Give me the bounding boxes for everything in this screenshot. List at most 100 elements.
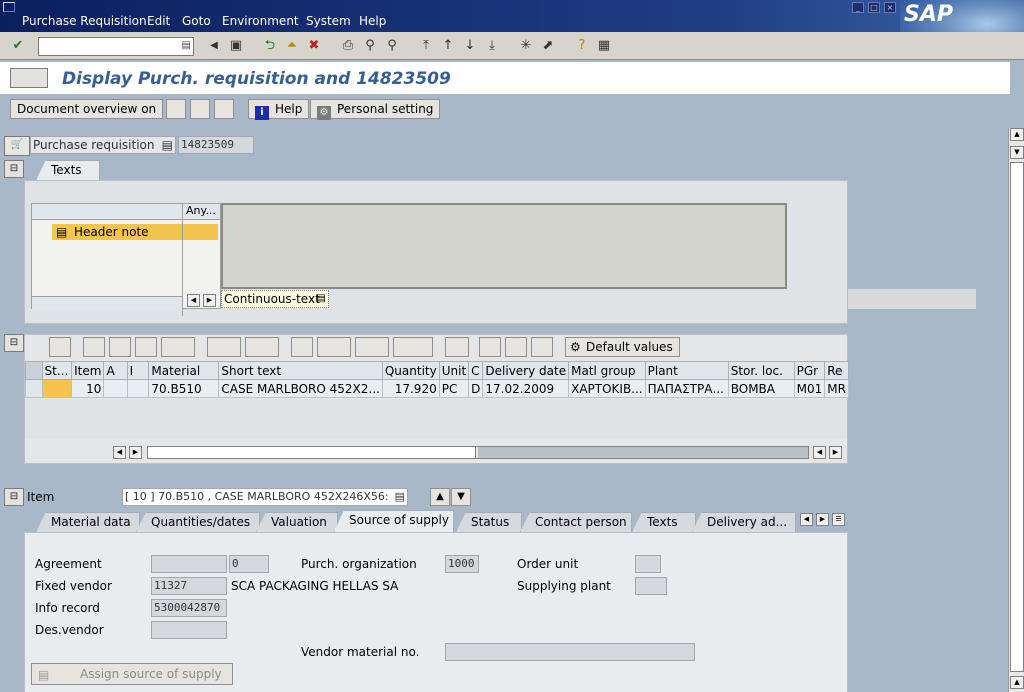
sort-ascending-icon[interactable]	[83, 337, 105, 357]
tabs-scroll-left-icon[interactable]: ◀	[800, 513, 813, 526]
page-scroll-up2-icon[interactable]: ▼	[1010, 146, 1024, 159]
pr-type-dropdown-icon[interactable]: ▤	[162, 137, 173, 153]
back-icon[interactable]: ⮌	[262, 38, 278, 54]
page-scroll-down-icon[interactable]: ▲	[1010, 676, 1024, 689]
col-stor-loc[interactable]: Stor. loc.	[727, 361, 795, 380]
create-shortcut-icon[interactable]: ⬈	[540, 38, 556, 54]
text-mode-field[interactable]: Continuous-text ▤	[221, 290, 329, 308]
header-note-item[interactable]: ▤ Header note	[52, 224, 182, 240]
col-i[interactable]: I	[126, 361, 150, 380]
subtotal-icon[interactable]	[245, 337, 279, 357]
col-short-text[interactable]: Short text	[218, 361, 383, 380]
close-window-icon[interactable]: ×	[884, 2, 896, 13]
tab-valuation[interactable]: Valuation	[256, 512, 338, 532]
col-quantity[interactable]: Quantity	[381, 361, 440, 380]
tab-status[interactable]: Status	[456, 512, 522, 532]
tab-delivery-address[interactable]: Delivery ad...	[692, 512, 796, 532]
other-requisition-icon[interactable]	[214, 99, 234, 119]
col-unit[interactable]: Unit	[438, 361, 470, 380]
previous-page-icon[interactable]: ↑	[440, 38, 456, 54]
sum-icon[interactable]	[207, 337, 241, 357]
menu-edit[interactable]: Edit	[147, 14, 170, 28]
tab-header-texts[interactable]: Texts	[36, 160, 100, 180]
header-text-editor[interactable]	[221, 203, 787, 289]
restore-icon[interactable]: □	[868, 2, 880, 13]
header-collapse-icon[interactable]: ⊟	[4, 160, 24, 178]
info-items-icon[interactable]	[445, 337, 469, 357]
col-c[interactable]: C	[468, 361, 484, 380]
tab-texts[interactable]: Texts	[632, 512, 696, 532]
find-icon[interactable]: ⚲	[362, 38, 378, 54]
command-field[interactable]: ▤	[38, 37, 194, 56]
col-item[interactable]: Item	[71, 361, 105, 380]
row-selector[interactable]	[25, 379, 43, 398]
tab-material-data[interactable]: Material data	[36, 512, 140, 532]
help-button[interactable]: i Help	[248, 99, 310, 120]
change-display-icon[interactable]	[190, 99, 210, 119]
col-pgr[interactable]: PGr	[793, 361, 826, 380]
release-icon[interactable]	[531, 337, 553, 357]
tabs-scroll-right-icon[interactable]: ▶	[816, 513, 829, 526]
items-scroll-thumb[interactable]	[148, 447, 476, 458]
items-scroll-left-icon[interactable]: ◀	[113, 446, 126, 459]
exit-icon[interactable]: ⏶	[284, 38, 300, 54]
items-scroll-right-end2-icon[interactable]: ▶	[829, 446, 842, 459]
items-scroll-right-icon[interactable]: ▶	[129, 446, 142, 459]
minimize-icon[interactable]: _	[852, 2, 864, 13]
page-scroll-up-icon[interactable]: ▲	[1010, 128, 1024, 141]
personal-setting-button[interactable]: ⚙ Personal setting	[310, 99, 441, 120]
scroll-right-icon[interactable]: ▶	[203, 294, 216, 307]
save-icon[interactable]: ▣	[228, 38, 244, 54]
help-icon[interactable]: ?	[574, 38, 590, 54]
tab-quantities-dates[interactable]: Quantities/dates	[136, 512, 260, 532]
menu-purchase-requisition[interactable]: Purchase Requisition	[22, 14, 147, 28]
services-for-object-icon[interactable]	[10, 68, 48, 88]
collapse-left-icon[interactable]: ◀	[206, 38, 222, 54]
tab-source-of-supply[interactable]: Source of supply	[334, 510, 454, 532]
print-preview-icon[interactable]	[291, 337, 313, 357]
col-status[interactable]: St...	[41, 361, 73, 380]
layout-menu-icon[interactable]: ▦	[596, 38, 612, 54]
details-icon[interactable]	[49, 337, 71, 357]
print-icon[interactable]: ⎙	[340, 38, 356, 54]
page-vertical-scrollbar[interactable]: ▲ ▼ ▲	[1008, 128, 1024, 692]
layout-icon[interactable]	[393, 337, 433, 357]
select-all-icon[interactable]	[25, 361, 43, 380]
views-icon[interactable]	[355, 337, 389, 357]
items-horizontal-scrollbar[interactable]	[147, 446, 809, 459]
create-icon[interactable]	[166, 99, 186, 119]
find-next-icon[interactable]: ⚲	[384, 38, 400, 54]
scroll-left-icon[interactable]: ◀	[187, 294, 200, 307]
col-delivery-date[interactable]: Delivery date	[482, 361, 570, 380]
page-scroll-thumb[interactable]	[1010, 162, 1024, 672]
previous-item-icon[interactable]: ▲	[430, 488, 450, 506]
history-dropdown-icon[interactable]: ▤	[182, 40, 191, 51]
default-values-button[interactable]: ⚙ Default values	[565, 337, 680, 357]
system-menu-icon[interactable]	[3, 2, 15, 12]
item-selector-field[interactable]: [ 10 ] 70.B510 , CASE MARLBORO 452X246X5…	[122, 488, 408, 506]
enter-check-icon[interactable]: ✔	[10, 38, 26, 54]
items-scroll-right-end-icon[interactable]: ◀	[813, 446, 826, 459]
sort-descending-icon[interactable]	[109, 337, 131, 357]
table-row[interactable]: 10 70.B510 CASE MARLBORO 452X2... 17.920…	[25, 379, 849, 398]
document-overview-button[interactable]: Document overview on	[10, 99, 164, 119]
menu-environment[interactable]: Environment	[222, 14, 299, 28]
transfer-icon[interactable]	[479, 337, 501, 357]
create-session-icon[interactable]: ✳	[518, 38, 534, 54]
menu-system[interactable]: System	[306, 14, 351, 28]
item-selector-dropdown-icon[interactable]: ▤	[394, 489, 405, 505]
menu-goto[interactable]: Goto	[182, 14, 211, 28]
col-material[interactable]: Material	[148, 361, 220, 380]
last-page-icon[interactable]: ⤓	[484, 38, 500, 54]
tabs-list-icon[interactable]: ☰	[832, 513, 845, 526]
pr-type-field[interactable]: Purchase requisition ▤	[30, 136, 176, 154]
menu-help[interactable]: Help	[359, 14, 386, 28]
text-mode-dropdown-icon[interactable]: ▤	[317, 291, 326, 307]
filter-icon[interactable]	[161, 337, 195, 357]
assign-source-button[interactable]: ▤ Assign source of supply	[31, 663, 233, 685]
export-icon[interactable]	[317, 337, 351, 357]
item-detail-collapse-icon[interactable]: ⊟	[4, 488, 24, 506]
col-matl-group[interactable]: Matl group	[568, 361, 646, 380]
col-plant[interactable]: Plant	[644, 361, 729, 380]
items-collapse-icon[interactable]: ⊟	[4, 334, 24, 352]
